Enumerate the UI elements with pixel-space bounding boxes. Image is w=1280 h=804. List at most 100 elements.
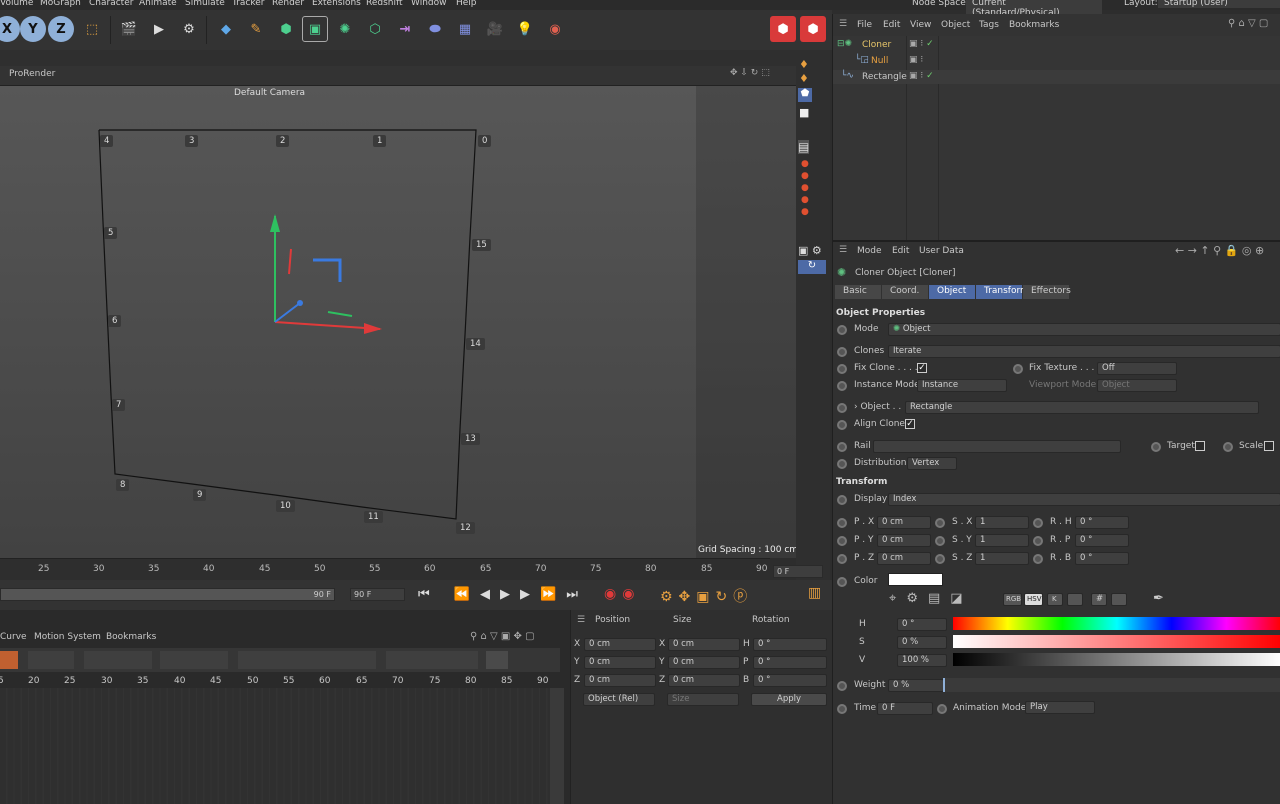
- timeline-ruler[interactable]: 25 30 35 40 45 50 55 60 65 70 75 80 85 9…: [0, 558, 770, 580]
- scale-x-field[interactable]: 1: [975, 516, 1029, 529]
- anim-dot[interactable]: [837, 442, 847, 452]
- menu-volume[interactable]: Volume: [0, 0, 33, 8]
- anim-dot[interactable]: [837, 704, 847, 714]
- position-x-field[interactable]: 0 cm: [584, 638, 656, 651]
- size-z-field[interactable]: 0 cm: [668, 674, 740, 687]
- animation-mode-select[interactable]: Play: [1025, 701, 1095, 714]
- menu-redshift[interactable]: Redshift: [366, 0, 403, 8]
- coord-mode-select[interactable]: Object (Rel): [583, 693, 655, 706]
- anim-dot[interactable]: [837, 554, 847, 564]
- field-icon[interactable]: ⬬: [422, 16, 448, 42]
- size-y-field[interactable]: 0 cm: [668, 656, 740, 669]
- menu-tracker[interactable]: Tracker: [232, 0, 264, 8]
- anim-panel-icons[interactable]: ⚲ ⌂ ▽ ▣ ✥ ▢: [470, 631, 535, 642]
- attr-menu-icon[interactable]: ☰: [839, 245, 847, 255]
- distribution-select[interactable]: Vertex: [907, 457, 957, 470]
- anim-dot[interactable]: [837, 495, 847, 505]
- om-menu-tags[interactable]: Tags: [979, 20, 999, 30]
- cloner-icon[interactable]: ✺: [332, 16, 358, 42]
- anim-dot[interactable]: [837, 420, 847, 430]
- tool-icon-active[interactable]: ⬟: [798, 88, 812, 102]
- instance-mode-select[interactable]: Instance: [917, 379, 1007, 392]
- interp-tool[interactable]: [84, 651, 152, 669]
- color-mode-hsv[interactable]: HSV: [1024, 593, 1043, 606]
- rot-h-field[interactable]: 0 °: [1075, 516, 1129, 529]
- frame-range-slider[interactable]: 90 F: [0, 588, 335, 601]
- weight-slider[interactable]: [943, 678, 1280, 692]
- color-mode-kelvin[interactable]: K: [1047, 593, 1063, 606]
- redshift-ipr-icon[interactable]: ⬢: [800, 16, 826, 42]
- color-mode-hex[interactable]: #: [1091, 593, 1107, 606]
- rot-p-field[interactable]: 0 °: [1075, 534, 1129, 547]
- size-mode-select[interactable]: Size: [667, 693, 739, 706]
- subdivision-icon[interactable]: ⬢: [273, 16, 299, 42]
- anim-dot[interactable]: [837, 381, 847, 391]
- anim-dot[interactable]: [837, 325, 847, 335]
- layout-select[interactable]: Startup (User): [1158, 0, 1280, 8]
- film-icon[interactable]: ▥: [808, 585, 821, 601]
- rot-b-field[interactable]: 0 °: [1075, 552, 1129, 565]
- menu-simulate[interactable]: Simulate: [185, 0, 225, 8]
- rotation-h-field[interactable]: 0 °: [753, 638, 827, 651]
- visibility-icon[interactable]: ▣ ⁝: [909, 55, 923, 65]
- render-view-icon[interactable]: 🎬: [116, 16, 142, 42]
- anim-dot[interactable]: [1033, 554, 1043, 564]
- tool-icon-2[interactable]: ♦: [799, 72, 809, 85]
- om-toolbar-icons[interactable]: ⚲ ⌂ ▽ ▢: [1228, 18, 1268, 29]
- rail-link-field[interactable]: [873, 440, 1121, 453]
- loop-tool[interactable]: [386, 651, 478, 669]
- object-row-null[interactable]: └◲ Null ▣ ⁝: [833, 54, 1280, 68]
- menu-render[interactable]: Render: [272, 0, 304, 8]
- fix-texture-select[interactable]: Off: [1097, 362, 1177, 375]
- snap-tool[interactable]: [486, 651, 508, 669]
- position-y-field[interactable]: 0 cm: [584, 656, 656, 669]
- object-link-field[interactable]: Rectangle: [905, 401, 1259, 414]
- object-row-rectangle[interactable]: └∿ Rectangle ▣ ⁝ ✓: [833, 70, 1280, 84]
- anim-dot[interactable]: [1033, 536, 1043, 546]
- attr-menu-mode[interactable]: Mode: [857, 246, 882, 256]
- scale-checkbox[interactable]: [1264, 441, 1274, 451]
- light-icon[interactable]: 💡: [512, 16, 538, 42]
- coordinate-system-icon[interactable]: ⬚: [79, 16, 105, 42]
- time-field[interactable]: 0 F: [877, 702, 933, 715]
- tab-object[interactable]: Object: [929, 285, 975, 299]
- anim-dot[interactable]: [1013, 364, 1023, 374]
- menu-animate[interactable]: Animate: [139, 0, 177, 8]
- menu-mograph[interactable]: MoGraph: [40, 0, 81, 8]
- object-name-cloner[interactable]: Cloner: [862, 40, 891, 50]
- tool-icon-5[interactable]: ▣ ⚙: [798, 244, 822, 257]
- coords-menu-icon[interactable]: ☰: [577, 615, 585, 625]
- anim-dot[interactable]: [837, 364, 847, 374]
- rotation-p-field[interactable]: 0 °: [753, 656, 827, 669]
- om-menu-icon[interactable]: ☰: [839, 19, 847, 29]
- rotation-b-field[interactable]: 0 °: [753, 674, 827, 687]
- saturation-field[interactable]: 0 %: [897, 636, 947, 649]
- anim-dot[interactable]: [837, 347, 847, 357]
- hue-slider[interactable]: [953, 617, 1280, 630]
- tool-icon-1[interactable]: ♦: [799, 58, 809, 71]
- tab-transform[interactable]: Transform: [976, 285, 1029, 299]
- redshift-icon[interactable]: ◉: [542, 16, 568, 42]
- value-field[interactable]: 100 %: [897, 654, 947, 667]
- curve-tool[interactable]: [160, 651, 228, 669]
- anim-dot[interactable]: [1033, 518, 1043, 528]
- scale-z-field[interactable]: 1: [975, 552, 1029, 565]
- color-swatch[interactable]: [888, 573, 943, 586]
- scale-y-field[interactable]: 1: [975, 534, 1029, 547]
- align-clone-checkbox[interactable]: ✓: [905, 419, 915, 429]
- color-mode-swatches[interactable]: [1111, 593, 1127, 606]
- clones-select[interactable]: Iterate: [888, 345, 1280, 358]
- key-icon[interactable]: [0, 651, 18, 669]
- hue-field[interactable]: 0 °: [897, 618, 947, 631]
- color-mode-rgb[interactable]: RGB: [1003, 593, 1022, 606]
- saturation-slider[interactable]: [953, 635, 1280, 648]
- om-menu-file[interactable]: File: [857, 20, 872, 30]
- display-select[interactable]: Index: [888, 493, 1280, 506]
- tangent-tool[interactable]: [238, 651, 376, 669]
- anim-dot[interactable]: [935, 518, 945, 528]
- anim-dot[interactable]: [937, 704, 947, 714]
- mograph-icon[interactable]: ⬡: [362, 16, 388, 42]
- y-axis-button[interactable]: Y: [20, 16, 46, 42]
- dope-sheet[interactable]: [0, 688, 550, 804]
- anim-menu-bookmarks[interactable]: Bookmarks: [106, 632, 156, 642]
